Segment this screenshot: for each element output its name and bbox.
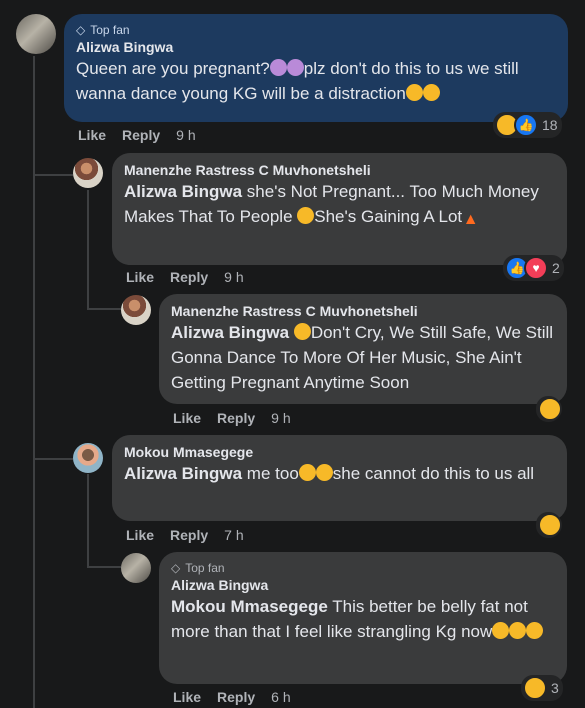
reaction-count: 2 — [552, 260, 560, 276]
reactions-summary[interactable]: 👍 ♥ 2 — [503, 255, 564, 281]
comment-bubble: ◇ Top fan Alizwa Bingwa Mokou Mmasegege … — [159, 552, 567, 684]
reactions-summary[interactable] — [536, 512, 562, 538]
timestamp[interactable]: 6 h — [271, 689, 290, 705]
woman-emoji-icon — [286, 59, 304, 76]
comment-bubble: ◇ Top fan Alizwa Bingwa Queen are you pr… — [64, 14, 568, 122]
reactions-summary[interactable] — [536, 396, 562, 422]
reactions-summary[interactable]: 👍 18 — [493, 112, 562, 138]
comment-text: Mokou Mmasegege This better be belly fat… — [171, 594, 555, 644]
woman-emoji-icon — [269, 59, 287, 76]
like-button[interactable]: Like — [126, 269, 154, 285]
rofl-emoji-icon — [523, 619, 546, 642]
reply-button[interactable]: Reply — [122, 127, 160, 143]
mention-link[interactable]: Mokou Mmasegege — [171, 597, 328, 616]
thread-line-sub-1-branch — [87, 308, 121, 310]
reaction-count: 3 — [551, 680, 559, 696]
reactions-summary[interactable]: 3 — [521, 675, 563, 701]
diamond-icon: ◇ — [76, 23, 86, 37]
mention-link[interactable]: Alizwa Bingwa — [124, 182, 242, 201]
comment-text: Alizwa Bingwa she's Not Pregnant... Too … — [124, 182, 539, 228]
tears-of-joy-emoji-icon — [298, 464, 316, 481]
thread-line-reply-2 — [33, 458, 73, 460]
avatar[interactable] — [16, 14, 56, 54]
comment-text: Queen are you pregnant? plz don't do this… — [76, 59, 519, 103]
comment-author[interactable]: Alizwa Bingwa — [171, 576, 555, 594]
thread-line-reply-1 — [33, 174, 73, 176]
comment-actions: Like Reply 9 h — [126, 269, 244, 285]
avatar[interactable] — [73, 443, 103, 473]
timestamp[interactable]: 9 h — [271, 410, 290, 426]
haha-reaction-icon — [538, 397, 562, 421]
timestamp[interactable]: 9 h — [224, 269, 243, 285]
reply-button[interactable]: Reply — [217, 410, 255, 426]
haha-reaction-icon — [523, 676, 547, 700]
comment-actions: Like Reply 6 h — [173, 689, 291, 705]
mention-link[interactable]: Alizwa Bingwa — [171, 323, 289, 342]
comment-author[interactable]: Manenzhe Rastress C Muvhonetsheli — [124, 161, 555, 179]
reaction-count: 18 — [542, 117, 558, 133]
crying-emoji-icon — [405, 84, 423, 101]
comment-bubble: Manenzhe Rastress C Muvhonetsheli Alizwa… — [159, 294, 567, 404]
like-button[interactable]: Like — [126, 527, 154, 543]
thread-line-sub-2 — [87, 474, 89, 568]
crying-emoji-icon — [422, 84, 440, 101]
reply-button[interactable]: Reply — [217, 689, 255, 705]
like-button[interactable]: Like — [78, 127, 106, 143]
comment-author[interactable]: Alizwa Bingwa — [76, 38, 556, 56]
comment-text: Alizwa Bingwa me too she cannot do this t… — [124, 464, 535, 483]
comment-actions: Like Reply 7 h — [126, 527, 244, 543]
comment-actions: Like Reply 9 h — [78, 127, 196, 143]
mention-link[interactable]: Alizwa Bingwa — [124, 464, 242, 483]
comment-bubble: Manenzhe Rastress C Muvhonetsheli Alizwa… — [112, 153, 567, 265]
comment-bubble: Mokou Mmasegege Alizwa Bingwa me too she … — [112, 435, 567, 521]
avatar[interactable] — [121, 553, 151, 583]
top-fan-badge: ◇ Top fan — [171, 561, 225, 575]
tears-of-joy-emoji-icon — [315, 464, 333, 481]
avatar[interactable] — [73, 158, 103, 188]
comment-actions: Like Reply 9 h — [173, 410, 291, 426]
top-fan-badge: ◇ Top fan — [76, 23, 130, 37]
comment-author[interactable]: Manenzhe Rastress C Muvhonetsheli — [171, 302, 555, 320]
haha-reaction-icon — [538, 513, 562, 537]
reply-button[interactable]: Reply — [170, 527, 208, 543]
reply-button[interactable]: Reply — [170, 269, 208, 285]
like-button[interactable]: Like — [173, 689, 201, 705]
comment-text: Alizwa Bingwa Don't Cry, We Still Safe, … — [171, 320, 555, 395]
comment-author[interactable]: Mokou Mmasegege — [124, 443, 555, 461]
diamond-icon: ◇ — [171, 561, 181, 575]
fire-emoji-icon: ▲ — [462, 211, 479, 228]
timestamp[interactable]: 9 h — [176, 127, 195, 143]
like-button[interactable]: Like — [173, 410, 201, 426]
timestamp[interactable]: 7 h — [224, 527, 243, 543]
crying-emoji-icon — [492, 622, 510, 639]
thread-line-sub-1 — [87, 190, 89, 310]
avatar[interactable] — [121, 295, 151, 325]
love-reaction-icon: ♥ — [524, 256, 548, 280]
like-reaction-icon: 👍 — [514, 113, 538, 137]
thread-line-main — [33, 56, 35, 708]
thread-line-sub-2-branch — [87, 566, 121, 568]
